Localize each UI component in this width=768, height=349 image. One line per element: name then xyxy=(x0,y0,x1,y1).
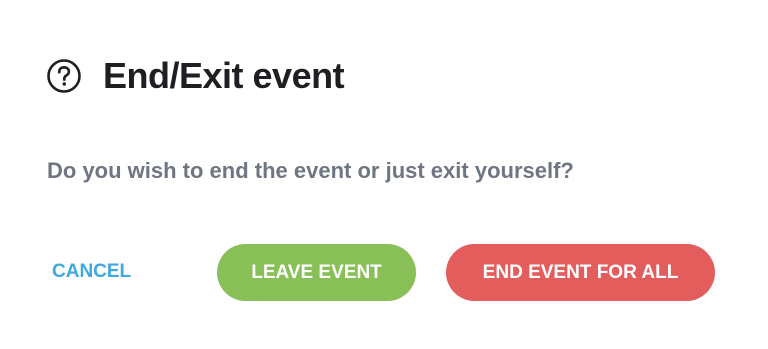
question-circle-icon xyxy=(46,58,82,94)
dialog-title: End/Exit event xyxy=(103,55,345,96)
dialog-message: Do you wish to end the event or just exi… xyxy=(47,158,574,183)
end-exit-dialog: End/Exit event Do you wish to end the ev… xyxy=(0,0,768,349)
dialog-header: End/Exit event xyxy=(46,55,345,96)
end-event-for-all-button[interactable]: END EVENT FOR ALL xyxy=(446,244,715,301)
cancel-button[interactable]: CANCEL xyxy=(52,261,131,283)
leave-event-button[interactable]: LEAVE EVENT xyxy=(217,244,416,301)
